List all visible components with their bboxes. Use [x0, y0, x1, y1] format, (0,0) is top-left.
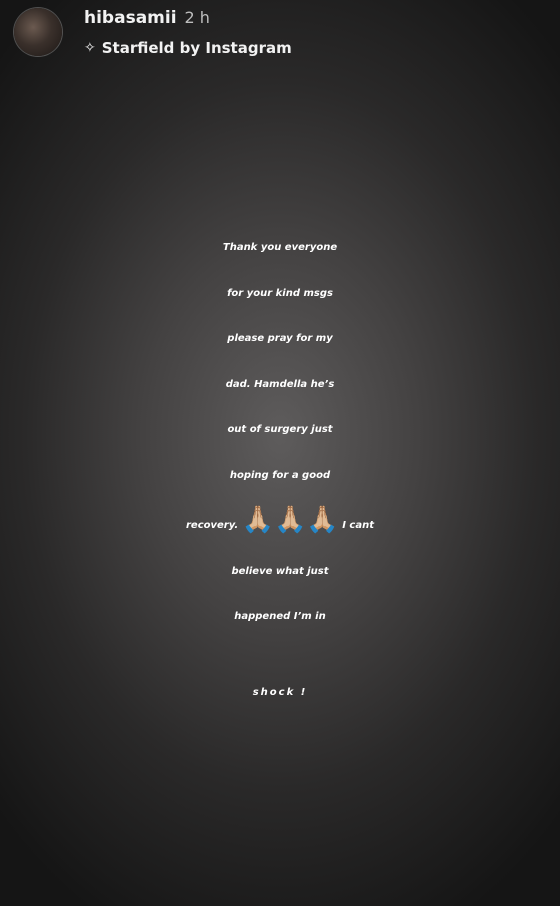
username[interactable]: hibasamii [84, 8, 177, 28]
text-segment: I cant [338, 520, 374, 531]
text-line: hoping for a good [229, 469, 331, 481]
text-line: dad. Hamdella he’s [225, 378, 335, 390]
sparkle-icon: ✧ [84, 40, 96, 56]
text-line: recovery. 🙏🏼🙏🏼🙏🏼 I cant [0, 498, 560, 549]
story-text: Thank you everyone for your kind msgs pl… [0, 225, 560, 738]
text-line: please pray for my [227, 333, 333, 344]
user-line: hibasamii 2 h [84, 8, 292, 30]
story-view[interactable]: hibasamii 2 h ✧ Starfield by Instagram T… [0, 0, 560, 906]
story-meta: hibasamii 2 h ✧ Starfield by Instagram [84, 8, 292, 57]
effect-line[interactable]: ✧ Starfield by Instagram [84, 39, 292, 57]
text-segment: recovery. [185, 520, 242, 531]
effect-label: Starfield by Instagram [101, 39, 292, 57]
text-line: out of surgery just [227, 424, 333, 435]
story-header: hibasamii 2 h ✧ Starfield by Instagram [14, 8, 292, 64]
profile-avatar[interactable] [14, 8, 62, 56]
text-line: believe what just [231, 565, 329, 577]
text-line: Thank you everyone [222, 242, 338, 253]
text-line: happened I’m in [234, 611, 326, 622]
praying-hands-icon: 🙏🏼🙏🏼🙏🏼 [241, 505, 339, 535]
text-line: for your kind msgs [227, 287, 333, 299]
post-time: 2 h [184, 8, 210, 27]
emphasis-text: shock ! [252, 686, 308, 698]
